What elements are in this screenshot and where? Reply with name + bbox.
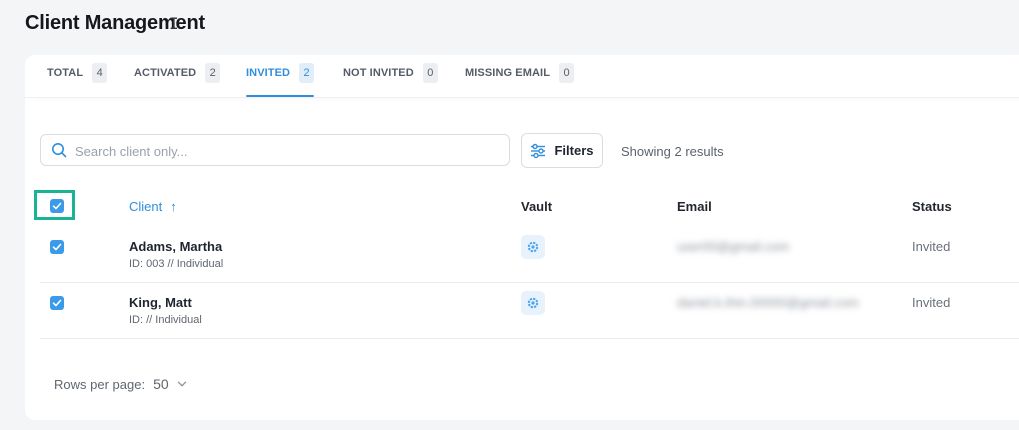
checkmark-icon bbox=[52, 243, 62, 251]
sliders-icon bbox=[531, 143, 546, 158]
vault-icon[interactable] bbox=[521, 291, 545, 315]
search-box bbox=[40, 134, 510, 167]
column-header-label: Client bbox=[129, 199, 163, 214]
tab-count-badge: 2 bbox=[205, 63, 221, 83]
checkmark-icon bbox=[52, 202, 62, 210]
tab-count-badge: 4 bbox=[92, 63, 108, 83]
filters-label: Filters bbox=[554, 143, 594, 158]
tab-invited[interactable]: INVITED 2 bbox=[246, 63, 315, 97]
gear-icon bbox=[527, 297, 539, 309]
gear-icon bbox=[527, 241, 539, 253]
row-checkbox[interactable] bbox=[50, 240, 64, 254]
chevron-down-icon[interactable] bbox=[177, 379, 187, 389]
column-header-email: Email bbox=[677, 199, 712, 214]
checkmark-icon bbox=[52, 299, 62, 307]
tab-count-badge: 0 bbox=[559, 63, 575, 83]
status-text: Invited bbox=[912, 239, 951, 254]
filters-button[interactable]: Filters bbox=[521, 133, 603, 168]
tab-missing-email[interactable]: MISSING EMAIL 0 bbox=[465, 63, 575, 97]
client-name[interactable]: Adams, Martha bbox=[129, 239, 222, 254]
column-header-client[interactable]: Client ↑ bbox=[129, 199, 177, 214]
status-text: Invited bbox=[912, 295, 951, 310]
tab-label: NOT INVITED bbox=[343, 67, 414, 79]
rows-per-page: Rows per page: 50 bbox=[54, 376, 187, 392]
vault-icon[interactable] bbox=[521, 235, 545, 259]
row-checkbox[interactable] bbox=[50, 296, 64, 310]
rows-per-page-label: Rows per page: bbox=[54, 376, 146, 392]
tab-total[interactable]: TOTAL 4 bbox=[47, 63, 108, 97]
search-icon bbox=[52, 143, 67, 158]
tab-count-badge: 2 bbox=[299, 63, 315, 83]
status-tabs: TOTAL 4 ACTIVATED 2 INVITED 2 NOT INVITE… bbox=[25, 55, 1019, 98]
tab-label: TOTAL bbox=[47, 67, 84, 79]
arrow-up-icon: ↑ bbox=[170, 199, 177, 214]
client-id: ID: // Individual bbox=[129, 314, 202, 326]
tab-count-badge: 0 bbox=[422, 63, 438, 83]
client-email: user00@gmail.com bbox=[677, 239, 790, 254]
search-input[interactable] bbox=[73, 135, 497, 167]
results-count: Showing 2 results bbox=[621, 144, 724, 159]
client-id: ID: 003 // Individual bbox=[129, 258, 224, 270]
tab-activated[interactable]: ACTIVATED 2 bbox=[134, 63, 221, 97]
client-email: daniel.k.thin.00000@gmail.com bbox=[677, 295, 859, 310]
select-all-checkbox[interactable] bbox=[50, 199, 64, 213]
tab-label: INVITED bbox=[246, 67, 291, 79]
tab-label: MISSING EMAIL bbox=[465, 67, 551, 79]
rows-per-page-select[interactable]: 50 bbox=[153, 376, 169, 392]
tab-not-invited[interactable]: NOT INVITED 0 bbox=[343, 63, 438, 97]
client-table-card: TOTAL 4 ACTIVATED 2 INVITED 2 NOT INVITE… bbox=[25, 55, 1019, 420]
column-header-status: Status bbox=[912, 199, 952, 214]
row-divider bbox=[40, 338, 1019, 339]
column-header-vault: Vault bbox=[521, 199, 553, 214]
text-cursor-icon: I bbox=[169, 14, 179, 33]
row-divider bbox=[40, 282, 1019, 283]
tab-label: ACTIVATED bbox=[134, 67, 197, 79]
client-name[interactable]: King, Matt bbox=[129, 295, 192, 310]
